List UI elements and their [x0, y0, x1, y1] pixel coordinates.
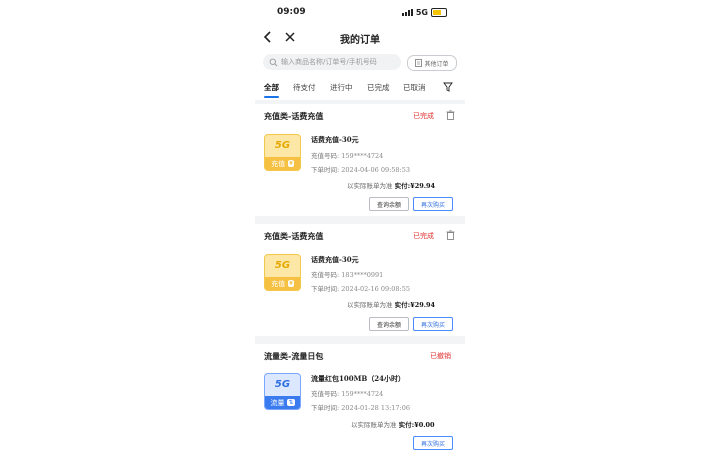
order-card[interactable]: 充值类-话费充值 已完成 5G 充值 ¥ 话费充值-30元 充值号码: 159**…	[255, 104, 465, 216]
signal-icon	[401, 9, 413, 16]
trash-icon[interactable]	[446, 110, 455, 120]
order-status: 已撤销	[430, 352, 451, 360]
phone-number-line: 充值号码: 183****0991	[311, 271, 384, 279]
paid-amount: 以实际账单为准 实付:¥29.94	[347, 182, 436, 190]
order-status: 已完成	[413, 112, 434, 120]
order-card[interactable]: 充值类-话费充值 已完成 5G 充值 ¥ 话费充值-30元 充值号码: 183**…	[255, 224, 465, 336]
page-title: 我的订单	[340, 35, 380, 46]
buy-again-button[interactable]: 再次购买	[413, 436, 453, 450]
paid-amount: 以实际账单为准 实付:¥0.00	[351, 421, 435, 429]
product-thumbnail: 5G 流量 ⇅	[264, 373, 301, 410]
status-bar: 09:09 5G	[255, 7, 465, 21]
order-time-line: 下单时间: 2024-01-28 13:17:06	[311, 404, 411, 412]
check-balance-button[interactable]: 查询余额	[369, 317, 409, 331]
battery-icon	[431, 8, 447, 17]
product-name: 话费充值-30元	[311, 255, 359, 264]
phone-number-line: 充值号码: 159****4724	[311, 390, 384, 398]
filter-icon[interactable]	[443, 82, 453, 92]
top-bar: 09:09 5G 我的订单 输入商品名称/订单号/手机号码 其他订单 全部 待支…	[255, 0, 465, 100]
phone-screen: 09:09 5G 我的订单 输入商品名称/订单号/手机号码 其他订单 全部 待支…	[255, 0, 465, 450]
order-category: 充值类-话费充值	[264, 232, 324, 241]
document-icon	[415, 59, 423, 67]
product-name: 话费充值-30元	[311, 135, 359, 144]
product-thumbnail: 5G 充值 ¥	[264, 134, 301, 171]
other-orders-button[interactable]: 其他订单	[407, 55, 457, 71]
order-status: 已完成	[413, 232, 434, 240]
order-time-line: 下单时间: 2024-04-06 09:58:53	[311, 166, 411, 174]
tab-completed[interactable]: 已完成	[367, 82, 390, 93]
phone-number-line: 充值号码: 159****4724	[311, 152, 384, 160]
product-thumbnail: 5G 充值 ¥	[264, 254, 301, 291]
order-category: 流量类-流量日包	[264, 352, 324, 361]
product-name: 流量红包100MB（24小时）	[311, 374, 406, 383]
search-placeholder: 输入商品名称/订单号/手机号码	[281, 58, 377, 66]
tab-in-progress[interactable]: 进行中	[330, 82, 353, 93]
order-category: 充值类-话费充值	[264, 112, 324, 121]
order-card[interactable]: 流量类-流量日包 已撤销 5G 流量 ⇅ 流量红包100MB（24小时） 充值号码…	[255, 344, 465, 450]
status-time: 09:09	[277, 7, 306, 17]
order-tabs: 全部 待支付 进行中 已完成 已取消	[255, 80, 465, 98]
trash-icon[interactable]	[446, 230, 455, 240]
tab-pending-payment[interactable]: 待支付	[293, 82, 316, 93]
search-input[interactable]: 输入商品名称/订单号/手机号码	[263, 54, 401, 70]
check-balance-button[interactable]: 查询余额	[369, 197, 409, 211]
buy-again-button[interactable]: 再次购买	[413, 317, 453, 331]
tab-cancelled[interactable]: 已取消	[403, 82, 426, 93]
search-icon	[269, 58, 278, 66]
order-time-line: 下单时间: 2024-02-16 09:08:55	[311, 285, 411, 293]
nav-bar: 我的订单	[255, 28, 465, 46]
paid-amount: 以实际账单为准 实付:¥29.94	[347, 301, 436, 309]
buy-again-button[interactable]: 再次购买	[413, 197, 453, 211]
tab-all[interactable]: 全部	[264, 82, 279, 98]
network-label: 5G	[415, 8, 428, 17]
